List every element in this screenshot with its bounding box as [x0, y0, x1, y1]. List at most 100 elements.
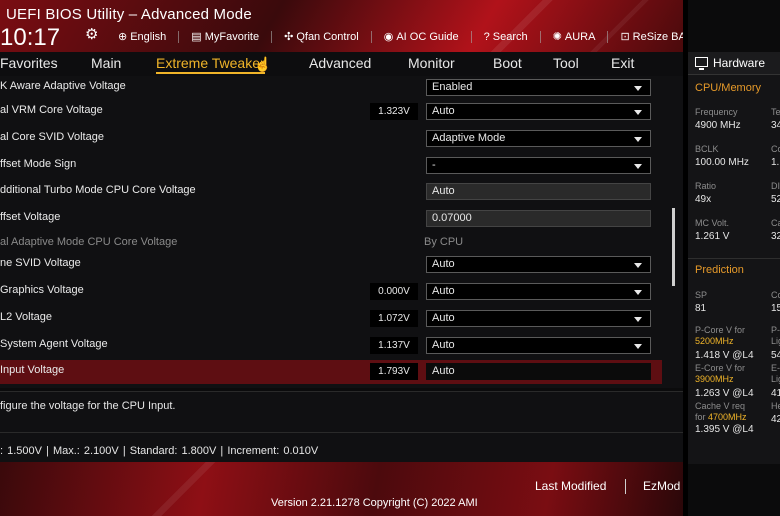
cpu-memory-title: CPU/Memory [695, 82, 762, 94]
chevron-down-icon [634, 86, 642, 91]
setting-dropdown[interactable]: Auto [426, 103, 651, 120]
menu-tab[interactable]: Extreme Tweaker [156, 55, 265, 74]
setting-label: Graphics Voltage [0, 284, 84, 296]
menu-tab[interactable]: Favorites [0, 55, 58, 71]
chevron-down-icon [634, 317, 642, 322]
setting-dropdown[interactable]: Auto [426, 310, 651, 327]
setting-row[interactable]: System Agent Voltage 1.137V Auto [0, 334, 662, 358]
setting-row[interactable]: dditional Turbo Mode CPU Core Voltage Aut… [0, 180, 662, 204]
toolbar-item[interactable]: ◉ AI OC Guide [383, 30, 459, 44]
top-banner: UEFI BIOS Utility – Advanced Mode 10:17 … [0, 0, 683, 52]
favorite-icon: ▤ [191, 31, 202, 43]
toolbar-item-label: AI OC Guide [396, 30, 459, 43]
setting-dropdown[interactable]: Enabled [426, 79, 651, 96]
toolbar-item[interactable]: ✺ AURA [553, 30, 596, 44]
menu-tab[interactable]: Monitor [408, 55, 455, 71]
monitor-icon [695, 57, 708, 70]
toolbar-item[interactable]: ▤ MyFavorite [191, 30, 260, 44]
setting-fixed-value: By CPU [424, 236, 464, 248]
toolbar-divider [271, 30, 273, 43]
menu-tab[interactable]: Exit [611, 55, 634, 71]
stat-value-2: 52 [771, 194, 780, 205]
ecore-label-2: E- [771, 363, 780, 373]
sp-value-2: 15 [771, 303, 780, 314]
sp-value: 81 [695, 303, 707, 314]
cache-value-2: 42 [771, 414, 780, 425]
sp-label-2: Co [771, 290, 780, 300]
setting-input[interactable]: Auto [426, 183, 651, 200]
hardware-monitor-panel: Hardware CPU/Memory Frequency 4900 MHz Te 3… [688, 52, 780, 464]
menu-tab[interactable]: Main [91, 55, 121, 71]
ecore-label: E-Core V for [695, 363, 746, 373]
pcore-value-2: 54 [771, 350, 780, 361]
setting-label: L2 Voltage [0, 311, 52, 323]
ecore-value-2: 41 [771, 388, 780, 399]
setting-dropdown[interactable]: Adaptive Mode [426, 130, 651, 147]
setting-control-value: Auto [432, 258, 455, 270]
prediction-title: Prediction [695, 264, 744, 276]
toolbar-item[interactable]: ✣ Qfan Control [284, 30, 359, 44]
setting-input[interactable]: Auto [426, 363, 651, 380]
ai-oc-icon: ◉ [383, 31, 394, 43]
menu-tab[interactable]: Boot [493, 55, 522, 71]
setting-current-value: 1.323V [370, 103, 418, 120]
footer: Last Modified EzMod Version 2.21.1278 Co… [0, 462, 683, 516]
setting-row[interactable]: Graphics Voltage 0.000V Auto [0, 280, 662, 304]
limits-text: : 1.500V | Max.: 2.100V | Standard: 1.80… [0, 445, 319, 457]
setting-row[interactable]: ffset Mode Sign - [0, 154, 662, 178]
pcore-label-2: P- [771, 325, 780, 335]
scrollbar[interactable] [672, 208, 675, 286]
setting-label: dditional Turbo Mode CPU Core Voltage [0, 184, 196, 196]
stat-label-2: Co [771, 144, 780, 154]
setting-dropdown[interactable]: Auto [426, 256, 651, 273]
help-panel: figure the voltage for the CPU Input. [0, 391, 683, 432]
globe-icon: ⊕ [118, 31, 128, 43]
chevron-down-icon [634, 164, 642, 169]
setting-current-value: 1.137V [370, 337, 418, 354]
ezmode-button[interactable]: EzMod [643, 479, 680, 493]
clock: 10:17 [0, 24, 61, 51]
setting-row[interactable]: ffset Voltage 0.07000 [0, 207, 662, 231]
setting-row[interactable]: ne SVID Voltage Auto [0, 253, 662, 277]
stat-label: Ratio [695, 181, 717, 191]
setting-row[interactable]: K Aware Adaptive Voltage Enabled [0, 76, 662, 100]
setting-row[interactable]: al VRM Core Voltage 1.323V Auto [0, 100, 662, 124]
toolbar-item-label: Qfan Control [296, 30, 359, 43]
toolbar-item[interactable]: ? Search [484, 30, 528, 43]
setting-row[interactable]: al Core SVID Voltage Adaptive Mode [0, 127, 662, 151]
setting-row[interactable]: L2 Voltage 1.072V Auto [0, 307, 662, 331]
stat-value: 1.261 V [695, 231, 730, 242]
stat-label-2: Ca [771, 218, 780, 228]
hardware-title: Hardware [713, 56, 766, 70]
setting-input[interactable]: 0.07000 [426, 210, 651, 227]
setting-label: al Adaptive Mode CPU Core Voltage [0, 236, 178, 248]
stat-label: BCLK [695, 144, 719, 154]
setting-label: Input Voltage [0, 364, 65, 376]
sp-label: SP [695, 290, 708, 300]
setting-dropdown[interactable]: Auto [426, 283, 651, 300]
stat-label: Frequency [695, 107, 738, 117]
cache-freq: 4700MHz [708, 412, 747, 422]
toolbar-item-label: English [130, 30, 167, 43]
pcore-value: 1.418 V @L4 [695, 350, 754, 361]
setting-label: al VRM Core Voltage [0, 104, 103, 116]
toolbar-item[interactable]: ⊕ English [118, 30, 167, 44]
menu-tab[interactable]: Advanced [309, 55, 371, 71]
toolbar-item-label: Search [492, 30, 528, 43]
setting-control-value: Auto [432, 185, 455, 197]
limits-bar: : 1.500V | Max.: 2.100V | Standard: 1.80… [0, 432, 683, 463]
menu-tab[interactable]: Tool [553, 55, 579, 71]
chevron-down-icon [634, 290, 642, 295]
setting-row[interactable]: Input Voltage 1.793V Auto [0, 360, 662, 384]
version-text: Version 2.21.1278 Copyright (C) 2022 AMI [271, 497, 478, 509]
stat-value: 4900 MHz [695, 120, 741, 131]
setting-dropdown[interactable]: - [426, 157, 651, 174]
resize-bar-icon: ⊡ [620, 31, 630, 43]
gear-icon[interactable]: ⚙ [85, 25, 98, 43]
last-modified-button[interactable]: Last Modified [535, 479, 606, 493]
toolbar-divider [178, 30, 180, 43]
toolbar-item-label: MyFavorite [204, 30, 260, 43]
toolbar-item[interactable]: ⊡ReSize BAR [620, 30, 683, 44]
setting-dropdown[interactable]: Auto [426, 337, 651, 354]
pcore-label-2b: Lig [771, 336, 780, 346]
